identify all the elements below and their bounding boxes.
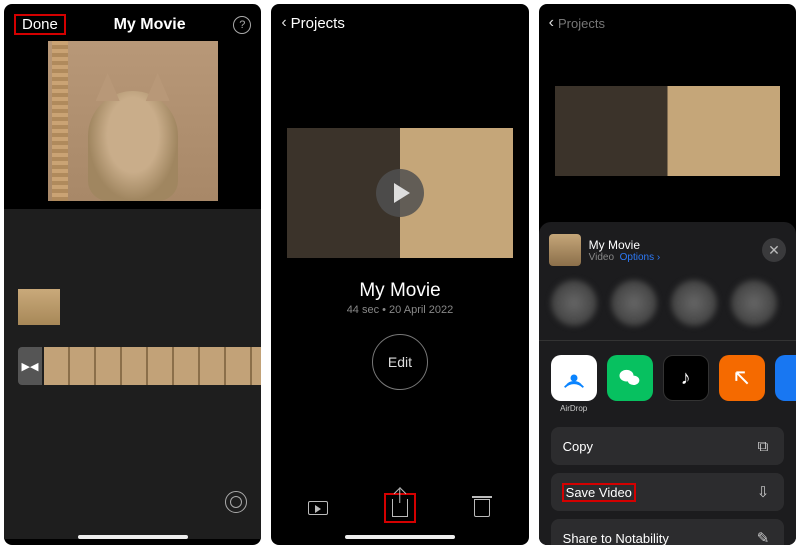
pencil-icon: ✎	[754, 529, 772, 545]
share-button[interactable]	[384, 493, 416, 523]
project-detail-screen: ‹ Projects My Movie 44 sec • 20 April 20…	[271, 4, 528, 545]
share-sheet-header: My Movie Video Options › ✕	[549, 234, 786, 266]
airdrop-icon	[551, 355, 597, 401]
movie-title: My Movie	[271, 280, 528, 302]
action-share-notability[interactable]: Share to Notability ✎	[551, 519, 784, 545]
app-generic-orange[interactable]	[719, 355, 765, 413]
back-label: Projects	[291, 15, 345, 32]
delete-button[interactable]	[470, 496, 494, 520]
video-preview	[48, 41, 218, 201]
clip-thumbnail[interactable]	[18, 289, 60, 325]
play-rect-icon	[308, 501, 328, 515]
help-icon[interactable]: ?	[233, 16, 251, 34]
share-sheet-screen: ‹ Projects My Movie Video Options › ✕	[539, 4, 796, 545]
chevron-left-icon: ‹	[549, 14, 554, 32]
share-actions-list: Copy ⧉ Save Video ⇩ Share to Notability …	[551, 427, 784, 545]
share-type-label: Video	[589, 252, 614, 263]
timeline-area[interactable]: ▶◀	[4, 209, 261, 539]
home-indicator[interactable]	[345, 535, 455, 539]
share-apps-row: AirDrop	[551, 355, 784, 413]
share-thumbnail	[549, 234, 581, 266]
tiktok-icon	[663, 355, 709, 401]
play-button[interactable]	[376, 169, 424, 217]
app-generic-blue[interactable]	[775, 355, 796, 413]
app-airdrop[interactable]: AirDrop	[551, 355, 597, 413]
contact-avatar[interactable]	[611, 280, 657, 326]
edit-button[interactable]: Edit	[372, 334, 428, 390]
app-label: AirDrop	[551, 404, 597, 413]
blue-app-icon	[775, 355, 796, 401]
back-label: Projects	[558, 16, 605, 31]
bottom-toolbar	[271, 493, 528, 523]
app-tiktok[interactable]	[663, 355, 709, 413]
copy-icon: ⧉	[754, 437, 772, 455]
editor-top-bar: Done My Movie ?	[4, 4, 261, 41]
timeline-handle-icon[interactable]: ▶◀	[18, 347, 42, 385]
movie-meta: 44 sec • 20 April 2022	[271, 304, 528, 316]
settings-gear-icon[interactable]	[225, 491, 247, 513]
done-button[interactable]: Done	[14, 14, 66, 35]
video-preview-bg	[555, 86, 780, 176]
share-icon	[392, 499, 408, 517]
close-button[interactable]: ✕	[762, 238, 786, 262]
play-icon	[394, 183, 410, 203]
share-options-link[interactable]: Options ›	[620, 252, 661, 263]
chevron-left-icon: ‹	[281, 14, 286, 32]
play-fullscreen-button[interactable]	[306, 496, 330, 520]
wechat-icon	[607, 355, 653, 401]
trash-icon	[474, 499, 490, 517]
action-save-video[interactable]: Save Video ⇩	[551, 473, 784, 511]
video-player[interactable]	[287, 128, 512, 258]
share-title: My Movie	[589, 238, 754, 252]
download-icon: ⇩	[754, 483, 772, 501]
timeline-track[interactable]	[44, 347, 261, 385]
airdrop-contacts-row	[551, 280, 784, 326]
project-title: My Movie	[114, 16, 186, 34]
nav-back-dim[interactable]: ‹ Projects	[539, 4, 796, 38]
app-wechat[interactable]	[607, 355, 653, 413]
editor-screen: Done My Movie ? ▶◀	[4, 4, 261, 545]
divider	[539, 340, 796, 341]
share-sheet: My Movie Video Options › ✕ AirDrop	[539, 222, 796, 545]
contact-avatar[interactable]	[731, 280, 777, 326]
orange-app-icon	[719, 355, 765, 401]
action-copy[interactable]: Copy ⧉	[551, 427, 784, 465]
home-indicator[interactable]	[78, 535, 188, 539]
contact-avatar[interactable]	[551, 280, 597, 326]
contact-avatar[interactable]	[671, 280, 717, 326]
nav-back[interactable]: ‹ Projects	[271, 4, 528, 38]
